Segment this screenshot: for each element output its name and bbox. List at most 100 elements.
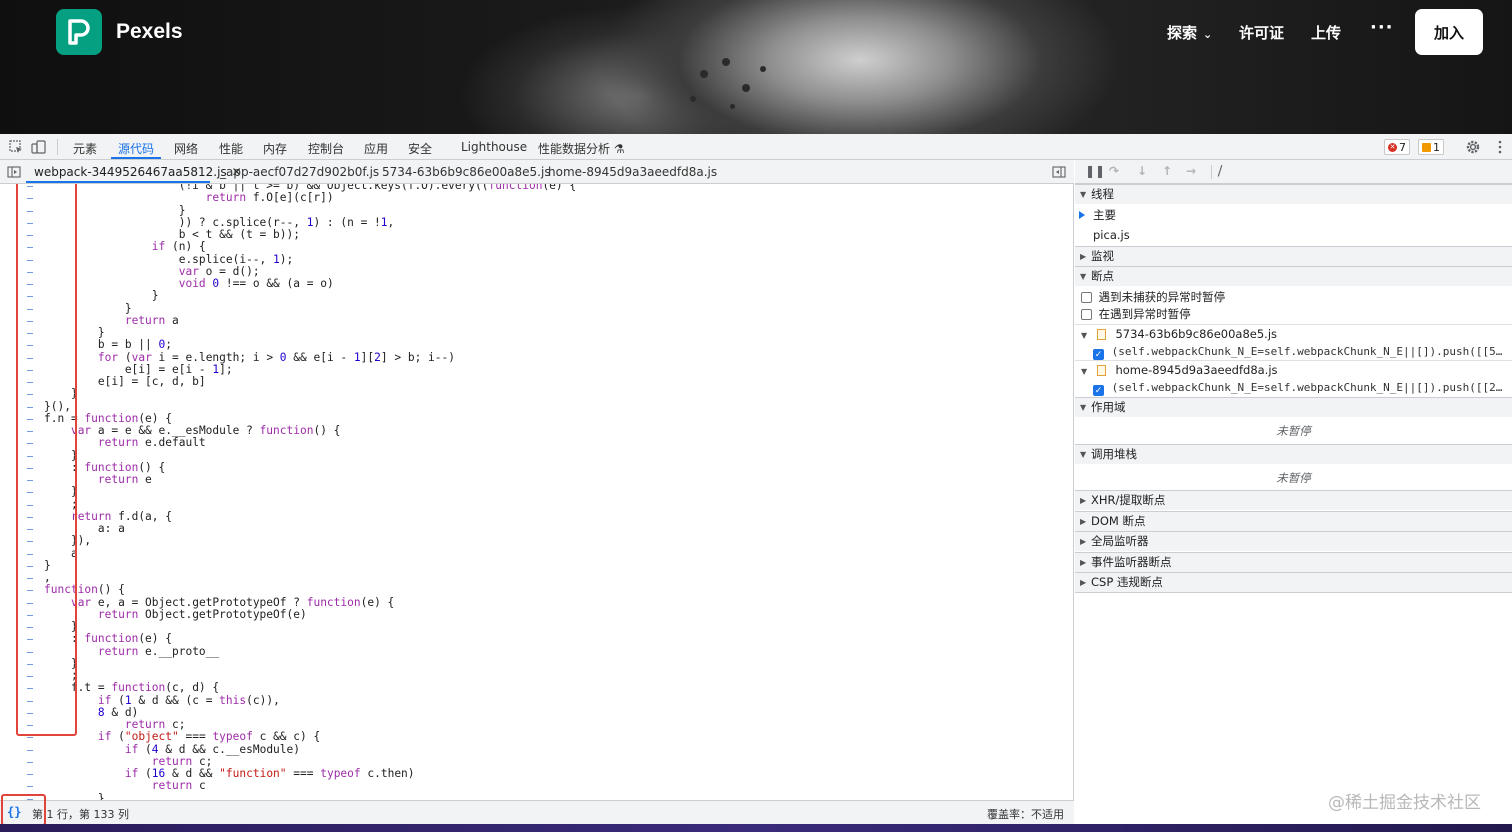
code-line[interactable]: a: a [44,522,576,535]
pause-uncaught-option[interactable]: 遇到未捕获的异常时暂停 [1075,289,1512,305]
code-line[interactable]: } [44,485,576,498]
thread-main[interactable]: 主要 [1075,206,1512,226]
line-marker[interactable] [27,737,33,739]
warning-count-badge[interactable]: 1 [1418,139,1444,155]
code-line[interactable]: return a [44,314,576,327]
tab-memory[interactable]: 内存 [263,140,287,157]
pause-uncaught-label: 遇到未捕获的异常时暂停 [1098,290,1226,304]
section-call-stack[interactable]: ▼ 调用堆栈 [1075,444,1512,464]
file-tab-app[interactable]: _app-aecf07d27d902b0f.js [220,165,379,179]
toggle-navigator-icon[interactable] [7,165,21,179]
code-line[interactable]: return Object.getPrototypeOf(e) [44,608,576,621]
code-line[interactable]: } [44,792,576,800]
code-line[interactable]: return e [44,473,576,486]
code-line[interactable]: } [44,289,576,302]
toggle-debugger-icon[interactable] [1052,165,1066,179]
code-content[interactable]: (!i & b || t >= b) && Object.keys(f.O).e… [44,184,576,800]
tab-network[interactable]: 网络 [174,140,198,157]
section-global-listeners[interactable]: ▶ 全局监听器 [1075,531,1512,551]
deactivate-breakpoints-icon[interactable]: ⧸ [1218,164,1222,179]
step-into-icon[interactable]: ↓ [1137,164,1147,178]
inspect-element-icon[interactable] [8,139,24,155]
nav-license[interactable]: 许可证 [1239,22,1284,43]
code-line[interactable]: } [44,387,576,400]
pause-icon[interactable]: ❚❚ [1085,164,1105,178]
code-line[interactable]: f.t = function(c, d) { [44,681,576,694]
code-line[interactable]: return c [44,779,576,792]
breakpoint-code: (self.webpackChunk_N_E=self.webpackChunk… [1111,345,1503,358]
code-editor[interactable]: (!i & b || t >= b) && Object.keys(f.O).e… [0,184,1074,800]
breakpoint-enabled-checkbox[interactable]: ✓ [1093,385,1104,396]
section-csp-breakpoints[interactable]: ▶ CSP 违规断点 [1075,572,1512,593]
code-line[interactable]: } [44,657,576,670]
cursor-position: 第 1 行，第 133 列 [32,808,129,821]
file-tab-webpack[interactable]: webpack-3449526467aa5812.js ✕ [34,165,242,179]
settings-gear-icon[interactable] [1465,139,1481,155]
line-marker[interactable] [27,749,33,751]
code-line[interactable]: } [44,559,576,572]
breakpoint-file-5734[interactable]: ▼ 5734-63b6b9c86e00a8e5.js [1075,324,1512,342]
tab-elements[interactable]: 元素 [73,140,97,157]
join-button[interactable]: 加入 [1415,9,1483,55]
line-marker[interactable] [27,761,33,763]
file-tab-home[interactable]: home-8945d9a3aeedfd8a.js [548,165,717,179]
code-line[interactable]: }), [44,534,576,547]
line-marker[interactable] [27,786,33,788]
brand-name[interactable]: Pexels [116,20,183,44]
tab-sources[interactable]: 源代码 [118,140,154,157]
more-icon[interactable]: ··· [1370,17,1394,38]
line-marker[interactable] [27,774,33,775]
tab-application[interactable]: 应用 [364,140,388,157]
more-options-icon[interactable] [1492,139,1508,155]
error-count-badge[interactable]: ✕ 7 [1384,139,1410,155]
tab-security[interactable]: 安全 [408,140,432,157]
error-count: 7 [1399,140,1406,154]
code-line[interactable]: for (var i = e.length; i > 0 && e[i - 1]… [44,351,576,364]
divider [57,139,58,155]
pause-caught-checkbox[interactable] [1081,309,1092,320]
code-line[interactable]: if (1 & d && (c = this(c)), [44,694,576,707]
device-toolbar-icon[interactable] [31,139,47,155]
pause-caught-option[interactable]: 在遇到异常时暂停 [1075,306,1512,322]
code-line[interactable]: a [44,547,576,560]
step-icon[interactable]: → [1186,164,1196,178]
code-line[interactable]: ; [44,498,576,511]
code-line[interactable]: b = b || 0; [44,338,576,351]
section-xhr-breakpoints[interactable]: ▶ XHR/提取断点 [1075,490,1512,510]
tab-console[interactable]: 控制台 [308,140,344,157]
code-line[interactable]: return f.O[e](c[r]) [44,191,576,204]
code-line[interactable]: e.splice(i--, 1); [44,253,576,266]
section-scope[interactable]: ▼ 作用域 [1075,397,1512,417]
pause-uncaught-checkbox[interactable] [1081,292,1092,303]
code-line[interactable]: return e.default [44,436,576,449]
thread-main-label: 主要 [1093,208,1116,222]
code-line[interactable]: return e.__proto__ [44,645,576,658]
tab-performance-insights[interactable]: 性能数据分析 ⚗ [538,140,625,157]
tab-performance[interactable]: 性能 [219,140,243,157]
breakpoint-entry-5734[interactable]: ✓ (self.webpackChunk_N_E=self.webpackChu… [1075,343,1512,360]
step-over-icon[interactable]: ↷ [1109,164,1119,178]
code-line[interactable]: e[i] = [c, d, b] [44,375,576,388]
tab-lighthouse[interactable]: Lighthouse [461,140,527,154]
breakpoint-file-home[interactable]: ▼ home-8945d9a3aeedfd8a.js [1075,360,1512,378]
section-dom-breakpoints[interactable]: ▶ DOM 断点 [1075,511,1512,531]
code-line[interactable]: if ("object" === typeof c && c) { [44,730,576,743]
code-line[interactable]: } [44,302,576,315]
code-line[interactable]: if (n) { [44,240,576,253]
nav-explore[interactable]: 探索 ⌄ [1167,22,1212,43]
step-out-icon[interactable]: ↑ [1162,164,1172,178]
current-thread-arrow-icon [1079,211,1085,219]
pexels-logo[interactable] [56,9,102,55]
section-breakpoints[interactable]: ▼ 断点 [1075,266,1512,286]
section-watch[interactable]: ▶ 监视 [1075,246,1512,266]
file-tab-5734[interactable]: 5734-63b6b9c86e00a8e5.js [382,165,551,179]
section-threads[interactable]: ▼ 线程 [1075,184,1512,204]
code-line[interactable]: if (4 & d && c.__esModule) [44,743,576,756]
section-event-listener-breakpoints[interactable]: ▶ 事件监听器断点 [1075,552,1512,572]
nav-upload[interactable]: 上传 [1311,22,1341,43]
breakpoint-enabled-checkbox[interactable]: ✓ [1093,349,1104,360]
call-stack-not-paused: 未暂停 [1276,471,1311,485]
collapsed-triangle-icon: ▶ [1080,252,1087,261]
thread-pica[interactable]: pica.js [1075,226,1512,246]
breakpoint-entry-home[interactable]: ✓ (self.webpackChunk_N_E=self.webpackChu… [1075,379,1512,396]
